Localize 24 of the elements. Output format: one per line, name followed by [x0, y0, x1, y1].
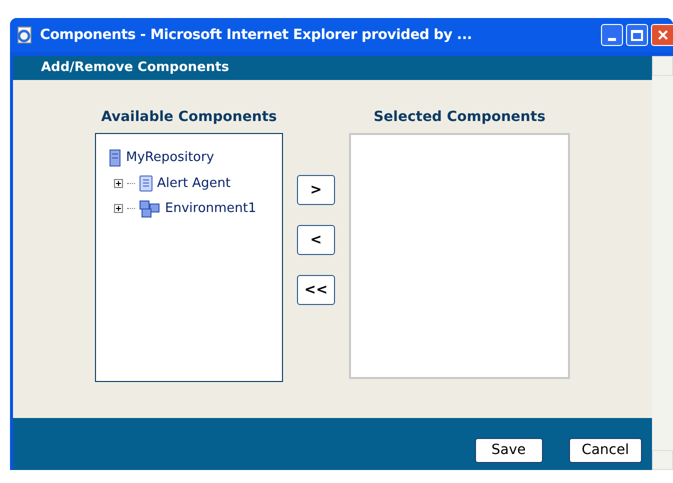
- dialog-button[interactable]: Save: [474, 438, 543, 462]
- browser-icon: [16, 26, 34, 44]
- dialog-button[interactable]: Cancel: [568, 438, 642, 462]
- tree-item[interactable]: Alert Agent: [157, 174, 231, 193]
- maximize-button[interactable]: [626, 24, 648, 46]
- panel-title: Selected Components: [374, 108, 546, 127]
- panel-title: Available Components: [101, 108, 277, 127]
- move-button[interactable]: <: [297, 225, 335, 255]
- server-icon: [108, 148, 122, 167]
- close-button[interactable]: [651, 24, 673, 46]
- tree-item[interactable]: MyRepository: [126, 148, 214, 168]
- scrollbar[interactable]: [652, 56, 673, 470]
- available-list[interactable]: MyRepository Alert Agent Environment1: [95, 133, 283, 382]
- tree-item[interactable]: Environment1: [165, 199, 256, 218]
- move-button[interactable]: >: [297, 175, 335, 205]
- expand-icon[interactable]: [114, 204, 123, 214]
- close-icon: [656, 29, 668, 41]
- minimize-button[interactable]: [601, 24, 623, 46]
- header-title: Add/Remove Components: [41, 59, 230, 78]
- move-button[interactable]: <<: [297, 275, 335, 305]
- document-icon: [139, 174, 153, 192]
- window-title: Components - Microsoft Internet Explorer provided by ...: [40, 26, 472, 44]
- expand-icon[interactable]: [114, 178, 123, 188]
- network-icon: [139, 200, 161, 218]
